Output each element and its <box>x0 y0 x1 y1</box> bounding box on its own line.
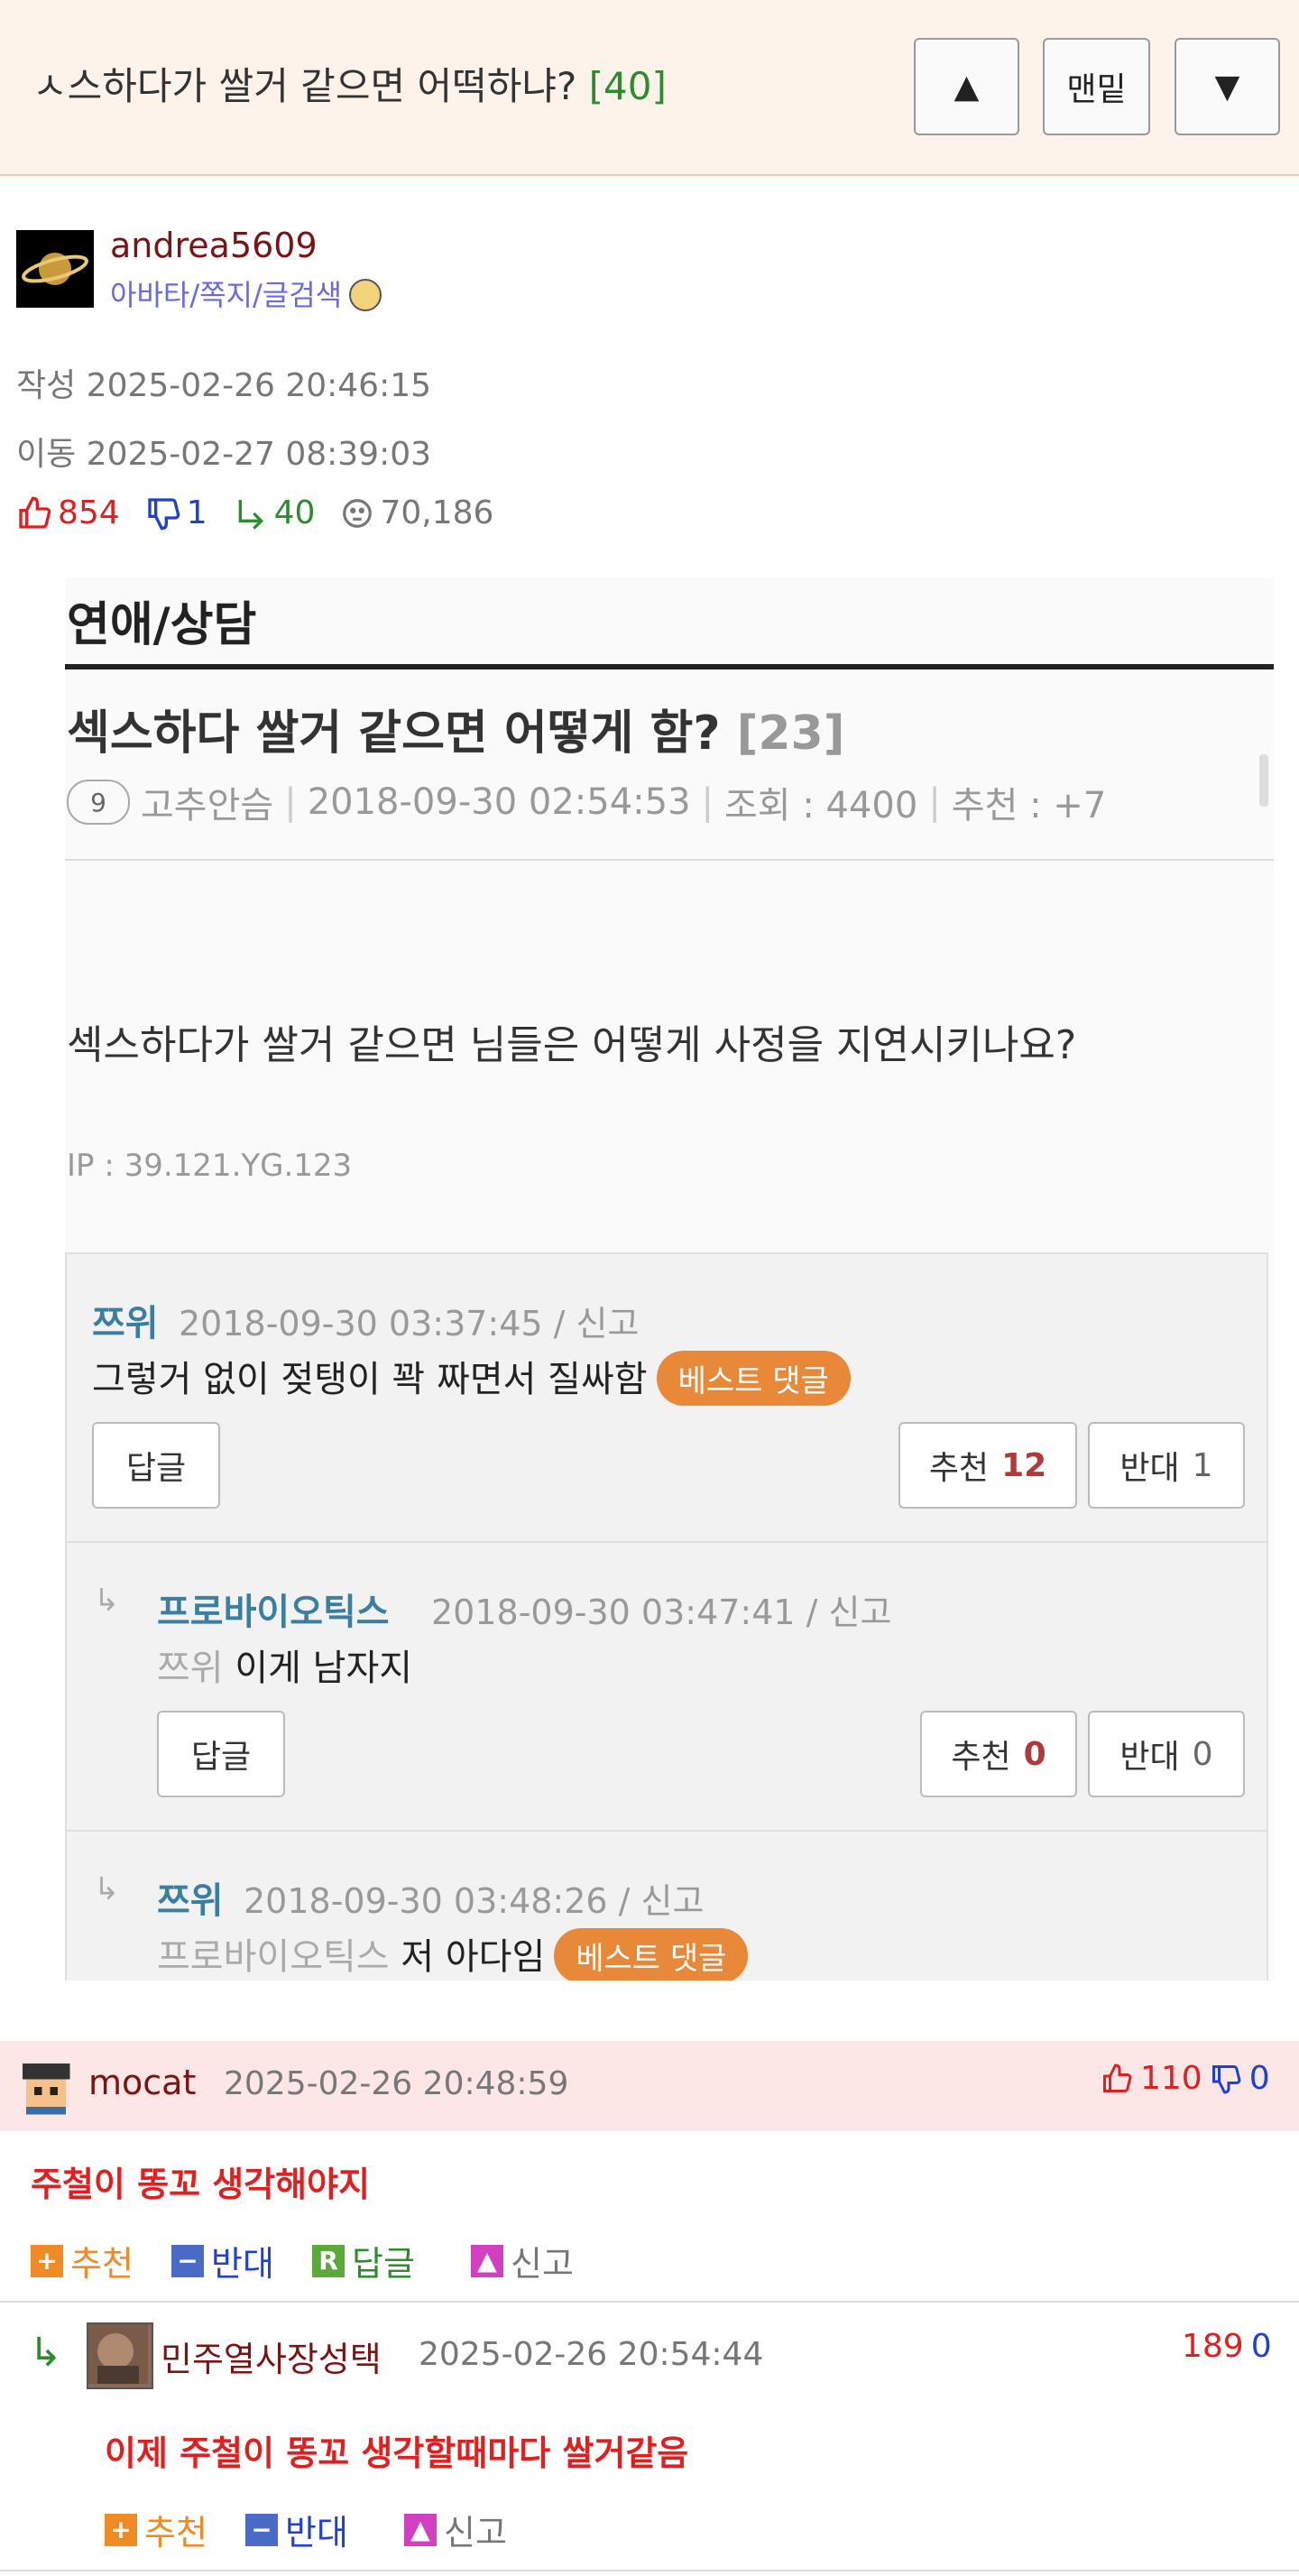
reply-arrow-icon: ↳ <box>94 1871 120 1907</box>
oppose-button[interactable]: 반대 0 <box>1088 1711 1245 1797</box>
oppose-action[interactable]: − 반대 <box>171 2236 274 2285</box>
written-date: 작성 2025-02-26 20:46:15 <box>16 367 432 404</box>
thumbs-down-icon <box>1211 2064 1241 2094</box>
comment-date: 2025-02-26 20:54:44 <box>419 2336 764 2373</box>
reply-icon: R <box>312 2244 345 2277</box>
scroll-bottom-button[interactable]: 맨밑 <box>1043 38 1150 135</box>
commenter-avatar[interactable] <box>87 2322 153 2389</box>
reply-button[interactable]: 답글 <box>157 1711 285 1797</box>
downvote-stat[interactable]: 1 <box>145 494 207 531</box>
quoted-comment: 쯔위 2018-09-30 03:37:45 / 신고 그렇거 없이 젖탱이 꽉… <box>65 1252 1268 1543</box>
author-name[interactable]: andrea5609 <box>110 226 318 265</box>
scroll-up-button[interactable]: ▲ <box>914 38 1019 135</box>
comment-text: 이제 주철이 똥꼬 생각할때마다 쌀거같음 <box>105 2433 689 2473</box>
page-title: ㅅ스하다가 쌀거 같으면 어떡하냐? [40] <box>32 64 667 108</box>
recommend-action[interactable]: + 추천 <box>31 2236 134 2285</box>
recommend-action[interactable]: + 추천 <box>105 2505 207 2554</box>
embedded-screenshot: 연애/상담 섹스하다 쌀거 같으면 어떻게 함? [23] 9 고추안슴 | 20… <box>65 577 1274 1980</box>
reply-arrow-icon <box>238 499 263 530</box>
best-comment-badge: 베스트 댓글 <box>554 1928 749 1980</box>
upvote-stat[interactable]: 854 <box>16 494 120 531</box>
plus-icon: + <box>31 2244 63 2277</box>
level-badge: 9 <box>67 780 130 825</box>
best-comment-badge: 베스트 댓글 <box>656 1351 851 1406</box>
commenter-name[interactable]: 민주열사장성택 <box>161 2331 382 2381</box>
divider <box>65 859 1274 861</box>
quoted-comment-reply: ↳ 프로바이오틱스 2018-09-30 03:47:41 / 신고 쯔위 이게… <box>65 1541 1268 1832</box>
face-icon <box>343 498 373 528</box>
quoted-post-title: 섹스하다 쌀거 같으면 어떻게 함? [23] <box>67 706 845 761</box>
views-stat: 70,186 <box>340 494 493 531</box>
minus-icon: − <box>171 2244 204 2277</box>
author-avatar[interactable] <box>16 230 94 308</box>
commenter-name[interactable]: mocat <box>88 2063 196 2102</box>
comment-date: 2025-02-26 20:48:59 <box>224 2065 569 2102</box>
reply-arrow-icon: ↳ <box>94 1583 120 1619</box>
recommend-button[interactable]: 추천 12 <box>898 1422 1077 1509</box>
report-action[interactable]: ▲ 신고 <box>471 2236 574 2285</box>
comment-score: 110 0 <box>1101 2060 1270 2097</box>
moved-date: 이동 2025-02-27 08:39:03 <box>16 436 432 473</box>
recommend-button[interactable]: 추천 0 <box>920 1711 1077 1797</box>
report-action[interactable]: ▲ 신고 <box>404 2505 507 2554</box>
quoted-post-meta: 9 고추안슴 | 2018-09-30 02:54:53 | 조회 : 4400 | … <box>67 776 1106 828</box>
reply-action[interactable]: R 답글 <box>312 2236 415 2285</box>
divider <box>0 2301 1299 2303</box>
commenter-avatar[interactable] <box>14 2055 78 2119</box>
top-bar: ㅅ스하다가 쌀거 같으면 어떡하냐? [40] ▲ 맨밑 ▼ <box>0 0 1299 176</box>
reply-stat: 40 <box>233 494 315 531</box>
scroll-down-button[interactable]: ▼ <box>1175 38 1280 135</box>
medal-icon <box>349 279 382 311</box>
minus-icon: − <box>245 2513 278 2546</box>
reply-button[interactable]: 답글 <box>92 1422 220 1509</box>
thumbs-down-icon <box>148 497 180 530</box>
comment-text: 주철이 똥꼬 생각해야지 <box>31 2165 371 2204</box>
author-links[interactable]: 아바타/쪽지/글검색 <box>110 272 382 314</box>
thumbs-up-icon <box>19 496 51 529</box>
siren-icon: ▲ <box>471 2244 503 2277</box>
scrollbar <box>1259 754 1268 807</box>
oppose-action[interactable]: − 반대 <box>245 2505 348 2554</box>
thumbs-up-icon <box>1103 2063 1132 2092</box>
siren-icon: ▲ <box>404 2513 437 2546</box>
quoted-comment-reply: ↳ 쯔위 2018-09-30 03:48:26 / 신고 프로바이오틱스 저 … <box>65 1830 1268 1980</box>
post-stats: 854 1 40 70,186 <box>16 494 508 531</box>
oppose-button[interactable]: 반대 1 <box>1088 1422 1245 1509</box>
quoted-post-body: 섹스하다가 쌀거 같으면 님들은 어떻게 사정을 지연시키나요? <box>67 1022 1077 1068</box>
ip-address: IP : 39.121.YG.123 <box>67 1148 353 1184</box>
section-title: 연애/상담 <box>67 598 257 652</box>
comment-score: 189 0 <box>1182 2328 1272 2365</box>
divider <box>65 664 1274 669</box>
reply-count: [40] <box>588 64 667 108</box>
divider <box>0 2570 1299 2571</box>
plus-icon: + <box>105 2513 137 2546</box>
reply-arrow-icon: ↳ <box>29 2330 62 2376</box>
